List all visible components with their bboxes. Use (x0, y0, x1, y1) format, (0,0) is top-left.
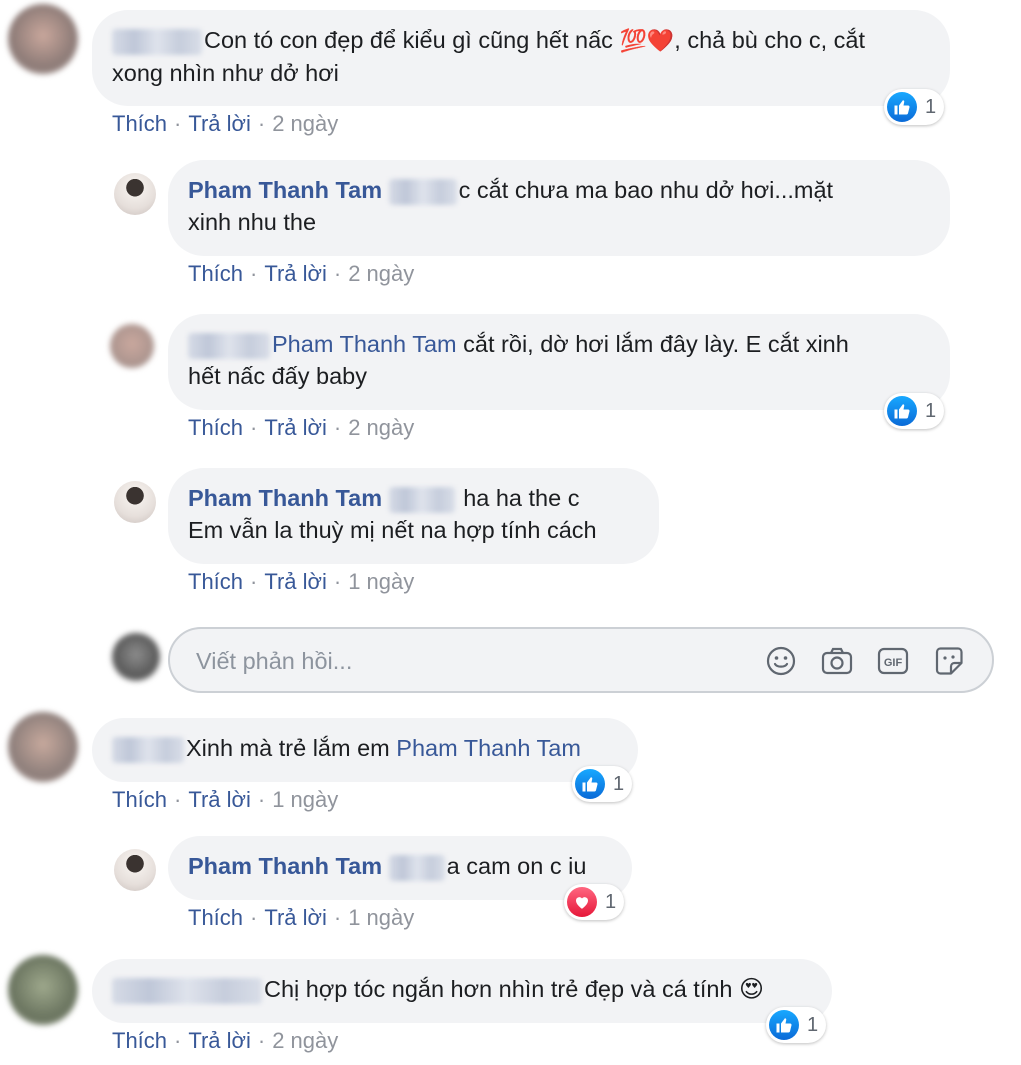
reaction-count: 1 (925, 399, 937, 422)
blurred-mention (388, 854, 445, 881)
like-reaction-icon (769, 1010, 799, 1040)
reply-link[interactable]: Trả lời (188, 787, 251, 812)
author-name[interactable]: Pham Thanh Tam (188, 177, 382, 203)
comment-bubble: Xinh mà trẻ lắm em Pham Thanh Tam (92, 718, 638, 782)
reply-link[interactable]: Trả lời (264, 261, 327, 286)
comment-actions: Thích · Trả lời · 2 ngày (188, 415, 415, 440)
avatar[interactable] (8, 4, 78, 74)
avatar[interactable] (8, 955, 78, 1025)
timestamp[interactable]: 1 ngày (348, 905, 414, 930)
smiley-icon[interactable] (764, 644, 798, 678)
blurred-mention (388, 178, 457, 205)
avatar[interactable] (114, 849, 156, 891)
reaction-badge[interactable]: 1 (884, 89, 945, 125)
reaction-badge[interactable]: 1 (572, 766, 633, 802)
comment-text: cắt rồi, dờ hơi lắm đây lày. E cắt xinh (456, 331, 849, 357)
reply-link[interactable]: Trả lời (264, 569, 327, 594)
reply-link[interactable]: Trả lời (264, 905, 327, 930)
timestamp[interactable]: 2 ngày (348, 415, 414, 440)
reply-box: GIF (168, 627, 994, 693)
reply-input[interactable] (194, 643, 738, 679)
comment-actions: Thích · Trả lời · 1 ngày (188, 905, 415, 930)
comment-actions: Thích · Trả lời · 2 ngày (112, 111, 339, 136)
author-name[interactable]: Pham Thanh Tam (188, 485, 382, 511)
reply-link[interactable]: Trả lời (188, 111, 251, 136)
mention-link[interactable]: Pham Thanh Tam (396, 735, 581, 761)
like-link[interactable]: Thích (112, 787, 167, 812)
reaction-count: 1 (925, 95, 937, 118)
reaction-badge[interactable]: 1 (884, 393, 945, 429)
like-reaction-icon (887, 92, 917, 122)
comment-text-line2: Em vẫn la thuỳ mị nết na hợp tính cách (188, 517, 597, 543)
blurred-author-name (112, 977, 262, 1004)
like-link[interactable]: Thích (112, 111, 167, 136)
comment-text-line2: hết nấc đấy baby (188, 363, 367, 389)
reaction-count: 1 (807, 1013, 819, 1036)
like-reaction-icon (887, 396, 917, 426)
like-link[interactable]: Thích (188, 415, 243, 440)
comment-text: Chị hợp tóc ngắn hơn nhìn trẻ đẹp và cá … (264, 976, 733, 1002)
comment-bubble: Pham Thanh Tam c cắt chưa ma bao nhu dở … (168, 160, 950, 256)
comment-text: a cam on c iu (446, 853, 587, 879)
like-reaction-icon (575, 769, 605, 799)
comment-actions: Thích · Trả lời · 2 ngày (188, 261, 415, 286)
comment-bubble: Chị hợp tóc ngắn hơn nhìn trẻ đẹp và cá … (92, 959, 832, 1023)
comment-bubble: Pham Thanh Tam a cam on c iu (168, 836, 632, 900)
avatar[interactable] (110, 324, 154, 368)
sticker-icon[interactable] (932, 644, 966, 678)
reaction-count: 1 (613, 772, 625, 795)
comment-actions: Thích · Trả lời · 1 ngày (188, 569, 415, 594)
comment-text: c cắt chưa ma bao nhu dở hơi...mặt (458, 177, 834, 203)
like-link[interactable]: Thích (188, 569, 243, 594)
timestamp[interactable]: 1 ngày (272, 787, 338, 812)
reaction-count: 1 (605, 890, 617, 913)
comment-text-line2: xong nhìn như dở hơi (112, 60, 339, 86)
avatar[interactable] (114, 481, 156, 523)
comment-text: ha ha the c (463, 485, 580, 511)
reaction-badge[interactable]: 1 (564, 884, 625, 920)
camera-icon[interactable] (820, 644, 854, 678)
emoji-icon: 💯❤️ (619, 28, 675, 53)
emoji-icon: 😍 (739, 976, 765, 1003)
reply-link[interactable]: Trả lời (264, 415, 327, 440)
comment-actions: Thích · Trả lời · 2 ngày (112, 1028, 339, 1053)
like-link[interactable]: Thích (112, 1028, 167, 1053)
comment-actions: Thích · Trả lời · 1 ngày (112, 787, 339, 812)
heart-reaction-icon (567, 887, 597, 917)
avatar[interactable] (114, 173, 156, 215)
comment-text-after: , chả bù cho c, cắt (674, 27, 865, 53)
blurred-author-name (112, 28, 202, 55)
timestamp[interactable]: 1 ngày (348, 569, 414, 594)
reply-link[interactable]: Trả lời (188, 1028, 251, 1053)
blurred-mention (388, 486, 455, 513)
reaction-badge[interactable]: 1 (766, 1007, 827, 1043)
timestamp[interactable]: 2 ngày (348, 261, 414, 286)
like-link[interactable]: Thích (188, 905, 243, 930)
blurred-author-name (112, 736, 184, 763)
comment-bubble: Pham Thanh Tam ha ha the c Em vẫn la thu… (168, 468, 659, 564)
timestamp[interactable]: 2 ngày (272, 1028, 338, 1053)
avatar[interactable] (8, 712, 78, 782)
timestamp[interactable]: 2 ngày (272, 111, 338, 136)
mention-link[interactable]: Pham Thanh Tam (272, 331, 457, 357)
gif-label: GIF (884, 657, 903, 669)
like-link[interactable]: Thích (188, 261, 243, 286)
comment-bubble: Con tó con đẹp để kiểu gì cũng hết nấc 💯… (92, 10, 950, 106)
gif-icon[interactable]: GIF (876, 644, 910, 678)
comment-bubble: Pham Thanh Tam cắt rồi, dờ hơi lắm đây l… (168, 314, 950, 410)
comment-text-line2: xinh nhu the (188, 209, 317, 235)
blurred-author-name (188, 332, 270, 359)
comment-text: Con tó con đẹp để kiểu gì cũng hết nấc (204, 27, 613, 53)
author-name[interactable]: Pham Thanh Tam (188, 853, 382, 879)
comment-text: Xinh mà trẻ lắm em (186, 735, 397, 761)
avatar (112, 633, 160, 681)
